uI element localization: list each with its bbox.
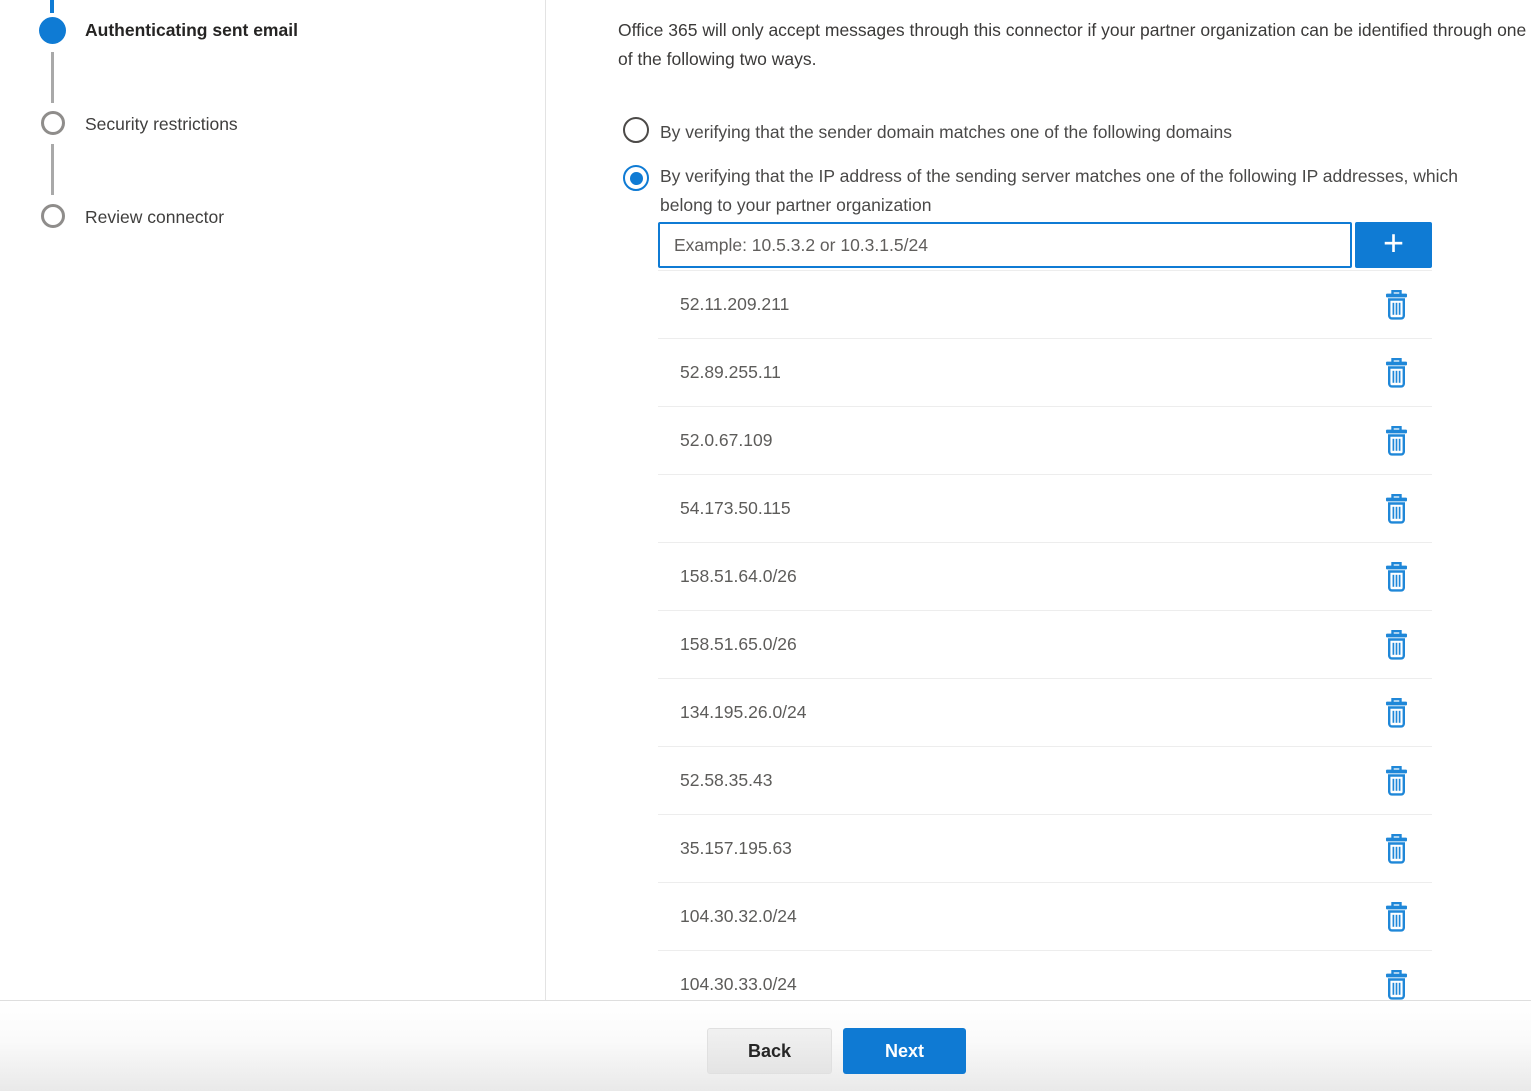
step-connector-line [51, 144, 54, 195]
radio-selected-icon[interactable] [623, 165, 649, 191]
delete-ip-button[interactable] [1380, 559, 1412, 595]
ip-address-value: 104.30.33.0/24 [680, 974, 1380, 995]
trash-icon [1383, 697, 1410, 729]
radio-unselected-icon[interactable] [623, 117, 649, 143]
ip-address-list: 52.11.209.211 [658, 270, 1432, 1000]
add-ip-button[interactable]: + [1355, 222, 1432, 268]
ip-list-row: 52.58.35.43 [658, 747, 1432, 815]
ip-address-value: 52.89.255.11 [680, 362, 1380, 383]
delete-ip-button[interactable] [1380, 695, 1412, 731]
delete-ip-button[interactable] [1380, 899, 1412, 935]
ip-list-row: 104.30.33.0/24 [658, 951, 1432, 1000]
ip-list-row: 35.157.195.63 [658, 815, 1432, 883]
plus-icon: + [1383, 225, 1404, 261]
step-connector-line [51, 52, 54, 103]
ip-address-value: 52.58.35.43 [680, 770, 1380, 791]
trash-icon [1383, 289, 1410, 321]
trash-icon [1383, 901, 1410, 933]
ip-address-value: 158.51.64.0/26 [680, 566, 1380, 587]
next-button[interactable]: Next [843, 1028, 966, 1074]
wizard-content: Authenticating sent email Security restr… [0, 0, 1531, 1000]
option-sender-domain-label: By verifying that the sender domain matc… [660, 118, 1232, 147]
ip-address-value: 134.195.26.0/24 [680, 702, 1380, 723]
wizard-steps-sidebar: Authenticating sent email Security restr… [0, 0, 546, 1000]
trash-icon [1383, 561, 1410, 593]
ip-address-value: 54.173.50.115 [680, 498, 1380, 519]
option-ip-address[interactable]: By verifying that the IP address of the … [623, 165, 1475, 220]
trash-icon [1383, 357, 1410, 389]
ip-entry-row: + [658, 222, 1432, 268]
step-indicator-security-restrictions [41, 111, 65, 135]
trash-icon [1383, 833, 1410, 865]
ip-list-row: 52.0.67.109 [658, 407, 1432, 475]
authenticating-sent-email-panel: Office 365 will only accept messages thr… [546, 0, 1531, 1000]
ip-address-value: 158.51.65.0/26 [680, 634, 1380, 655]
step-indicator-review-connector [41, 204, 65, 228]
ip-list-row: 52.11.209.211 [658, 271, 1432, 339]
delete-ip-button[interactable] [1380, 287, 1412, 323]
ip-list-row: 158.51.64.0/26 [658, 543, 1432, 611]
step-label-authenticating-sent-email: Authenticating sent email [85, 20, 298, 41]
option-ip-address-label: By verifying that the IP address of the … [660, 162, 1475, 220]
ip-list-row: 104.30.32.0/24 [658, 883, 1432, 951]
ip-list-row: 52.89.255.11 [658, 339, 1432, 407]
delete-ip-button[interactable] [1380, 831, 1412, 867]
delete-ip-button[interactable] [1380, 355, 1412, 391]
trash-icon [1383, 765, 1410, 797]
trash-icon [1383, 493, 1410, 525]
delete-ip-button[interactable] [1380, 423, 1412, 459]
delete-ip-button[interactable] [1380, 763, 1412, 799]
ip-address-value: 52.0.67.109 [680, 430, 1380, 451]
step-indicator-authenticating-current [39, 17, 66, 44]
step-label-security-restrictions: Security restrictions [85, 114, 238, 135]
ip-list-row: 158.51.65.0/26 [658, 611, 1432, 679]
ip-list-row: 54.173.50.115 [658, 475, 1432, 543]
trash-icon [1383, 629, 1410, 661]
step-connector-line-top [50, 0, 54, 13]
trash-icon [1383, 969, 1410, 1001]
back-button[interactable]: Back [707, 1028, 832, 1074]
panel-description: Office 365 will only accept messages thr… [618, 16, 1531, 73]
ip-address-input[interactable] [658, 222, 1352, 268]
ip-address-value: 52.11.209.211 [680, 294, 1380, 315]
delete-ip-button[interactable] [1380, 491, 1412, 527]
option-sender-domain[interactable]: By verifying that the sender domain matc… [623, 117, 1232, 147]
trash-icon [1383, 425, 1410, 457]
step-label-review-connector: Review connector [85, 207, 224, 228]
ip-address-value: 35.157.195.63 [680, 838, 1380, 859]
delete-ip-button[interactable] [1380, 627, 1412, 663]
ip-address-value: 104.30.32.0/24 [680, 906, 1380, 927]
ip-list-row: 134.195.26.0/24 [658, 679, 1432, 747]
wizard-footer: Back Next [0, 1000, 1531, 1091]
delete-ip-button[interactable] [1380, 967, 1412, 1001]
connector-wizard-screen: Authenticating sent email Security restr… [0, 0, 1531, 1091]
